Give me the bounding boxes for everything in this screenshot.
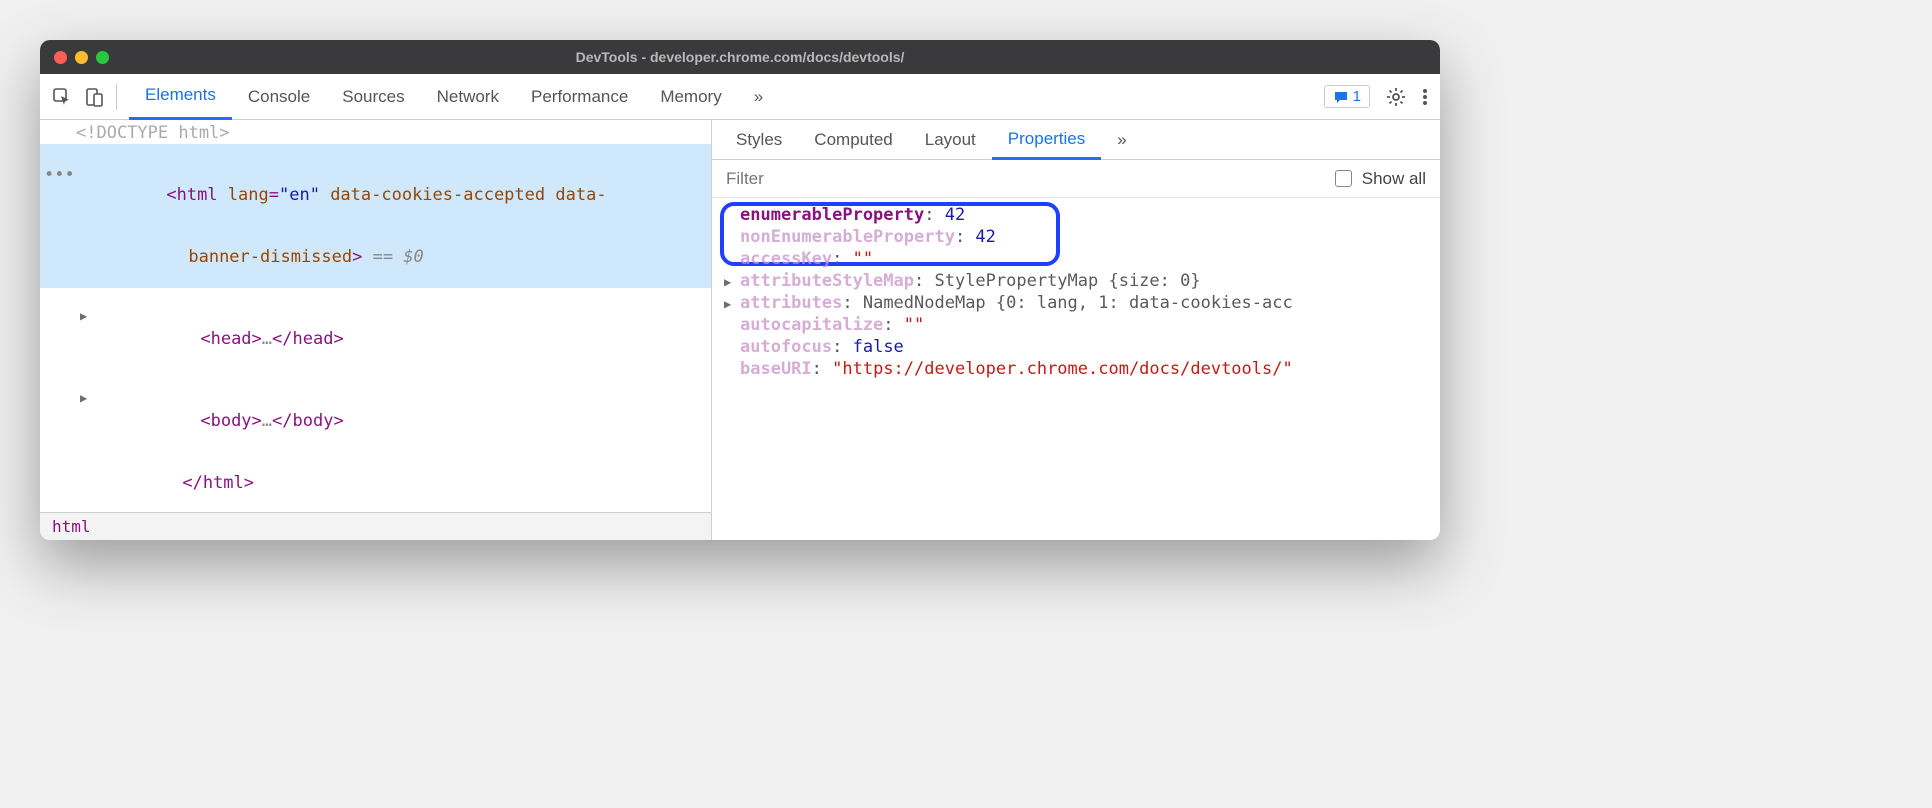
expand-icon[interactable]: ▶ [724,275,731,289]
window-controls [54,51,109,64]
tab-elements[interactable]: Elements [129,74,232,120]
devtools-window: DevTools - developer.chrome.com/docs/dev… [40,40,1440,540]
property-row[interactable]: enumerableProperty: 42 [718,204,1440,226]
doctype-line[interactable]: <!DOCTYPE html> [40,122,711,144]
property-value: false [853,337,904,357]
property-name: autocapitalize [740,315,883,335]
property-row[interactable]: autofocus: false [718,336,1440,358]
content: <!DOCTYPE html> ••• <html lang="en" data… [40,120,1440,540]
tab-properties[interactable]: Properties [992,120,1101,160]
sidebar-tabs: Styles Computed Layout Properties » [712,120,1440,160]
main-toolbar: Elements Console Sources Network Perform… [40,74,1440,120]
property-name: accessKey [740,249,832,269]
property-name: attributeStyleMap [740,271,914,291]
collapse-dots-icon[interactable]: ••• [44,165,75,185]
property-name: nonEnumerableProperty [740,227,955,247]
messages-button[interactable]: 1 [1324,85,1370,108]
messages-count: 1 [1353,88,1361,105]
property-value: NamedNodeMap {0: lang, 1: data-cookies-a… [863,293,1293,313]
property-name: autofocus [740,337,832,357]
tab-sources[interactable]: Sources [326,74,420,120]
show-all-label: Show all [1362,169,1426,189]
head-element[interactable]: ▶ <head>…</head> [40,288,711,370]
filter-input[interactable] [726,169,1325,189]
window-title: DevTools - developer.chrome.com/docs/dev… [576,49,905,65]
tab-layout[interactable]: Layout [909,120,992,160]
breadcrumb-html[interactable]: html [52,517,91,536]
close-icon[interactable] [54,51,67,64]
html-close[interactable]: </html> [40,452,711,512]
device-toggle-icon[interactable] [84,87,104,107]
elements-panel: <!DOCTYPE html> ••• <html lang="en" data… [40,120,712,540]
expand-icon[interactable]: ▶ [80,309,87,323]
tab-performance[interactable]: Performance [515,74,644,120]
filter-bar: Show all [712,160,1440,198]
property-name: enumerableProperty [740,205,924,225]
kebab-menu-icon[interactable] [1422,87,1428,107]
tab-computed[interactable]: Computed [798,120,908,160]
property-name: baseURI [740,359,812,379]
settings-icon[interactable] [1386,87,1406,107]
property-row[interactable]: autocapitalize: "" [718,314,1440,336]
property-value: "https://developer.chrome.com/docs/devto… [832,359,1293,379]
tab-console[interactable]: Console [232,74,326,120]
html-element-line-1[interactable]: ••• <html lang="en" data-cookies-accepte… [40,144,711,226]
property-value: StylePropertyMap {size: 0} [934,271,1200,291]
tab-memory[interactable]: Memory [644,74,737,120]
tab-styles[interactable]: Styles [720,120,798,160]
tab-network[interactable]: Network [421,74,515,120]
inspect-icon[interactable] [52,87,72,107]
dom-tree[interactable]: <!DOCTYPE html> ••• <html lang="en" data… [40,120,711,512]
property-value: 42 [945,205,965,225]
titlebar: DevTools - developer.chrome.com/docs/dev… [40,40,1440,74]
property-value: "" [853,249,873,269]
property-row[interactable]: ▶attributes: NamedNodeMap {0: lang, 1: d… [718,292,1440,314]
body-element[interactable]: ▶ <body>…</body> [40,370,711,452]
tabs-overflow[interactable]: » [738,74,779,120]
expand-icon[interactable]: ▶ [80,391,87,405]
separator [116,84,117,110]
maximize-icon[interactable] [96,51,109,64]
property-row[interactable]: ▶attributeStyleMap: StylePropertyMap {si… [718,270,1440,292]
sidebar-tabs-overflow[interactable]: » [1101,120,1142,160]
property-row[interactable]: baseURI: "https://developer.chrome.com/d… [718,358,1440,380]
sidebar-panel: Styles Computed Layout Properties » Show… [712,120,1440,540]
breadcrumb[interactable]: html [40,512,711,540]
html-element-line-2[interactable]: banner-dismissed> == $0 [40,226,711,288]
property-row[interactable]: accessKey: "" [718,248,1440,270]
panel-tabs: Elements Console Sources Network Perform… [129,74,779,120]
property-value: 42 [975,227,995,247]
property-name: attributes [740,293,842,313]
minimize-icon[interactable] [75,51,88,64]
show-all-checkbox[interactable] [1335,170,1352,187]
properties-list[interactable]: enumerableProperty: 42nonEnumerablePrope… [712,198,1440,540]
property-value: "" [904,315,924,335]
property-row[interactable]: nonEnumerableProperty: 42 [718,226,1440,248]
expand-icon[interactable]: ▶ [724,297,731,311]
